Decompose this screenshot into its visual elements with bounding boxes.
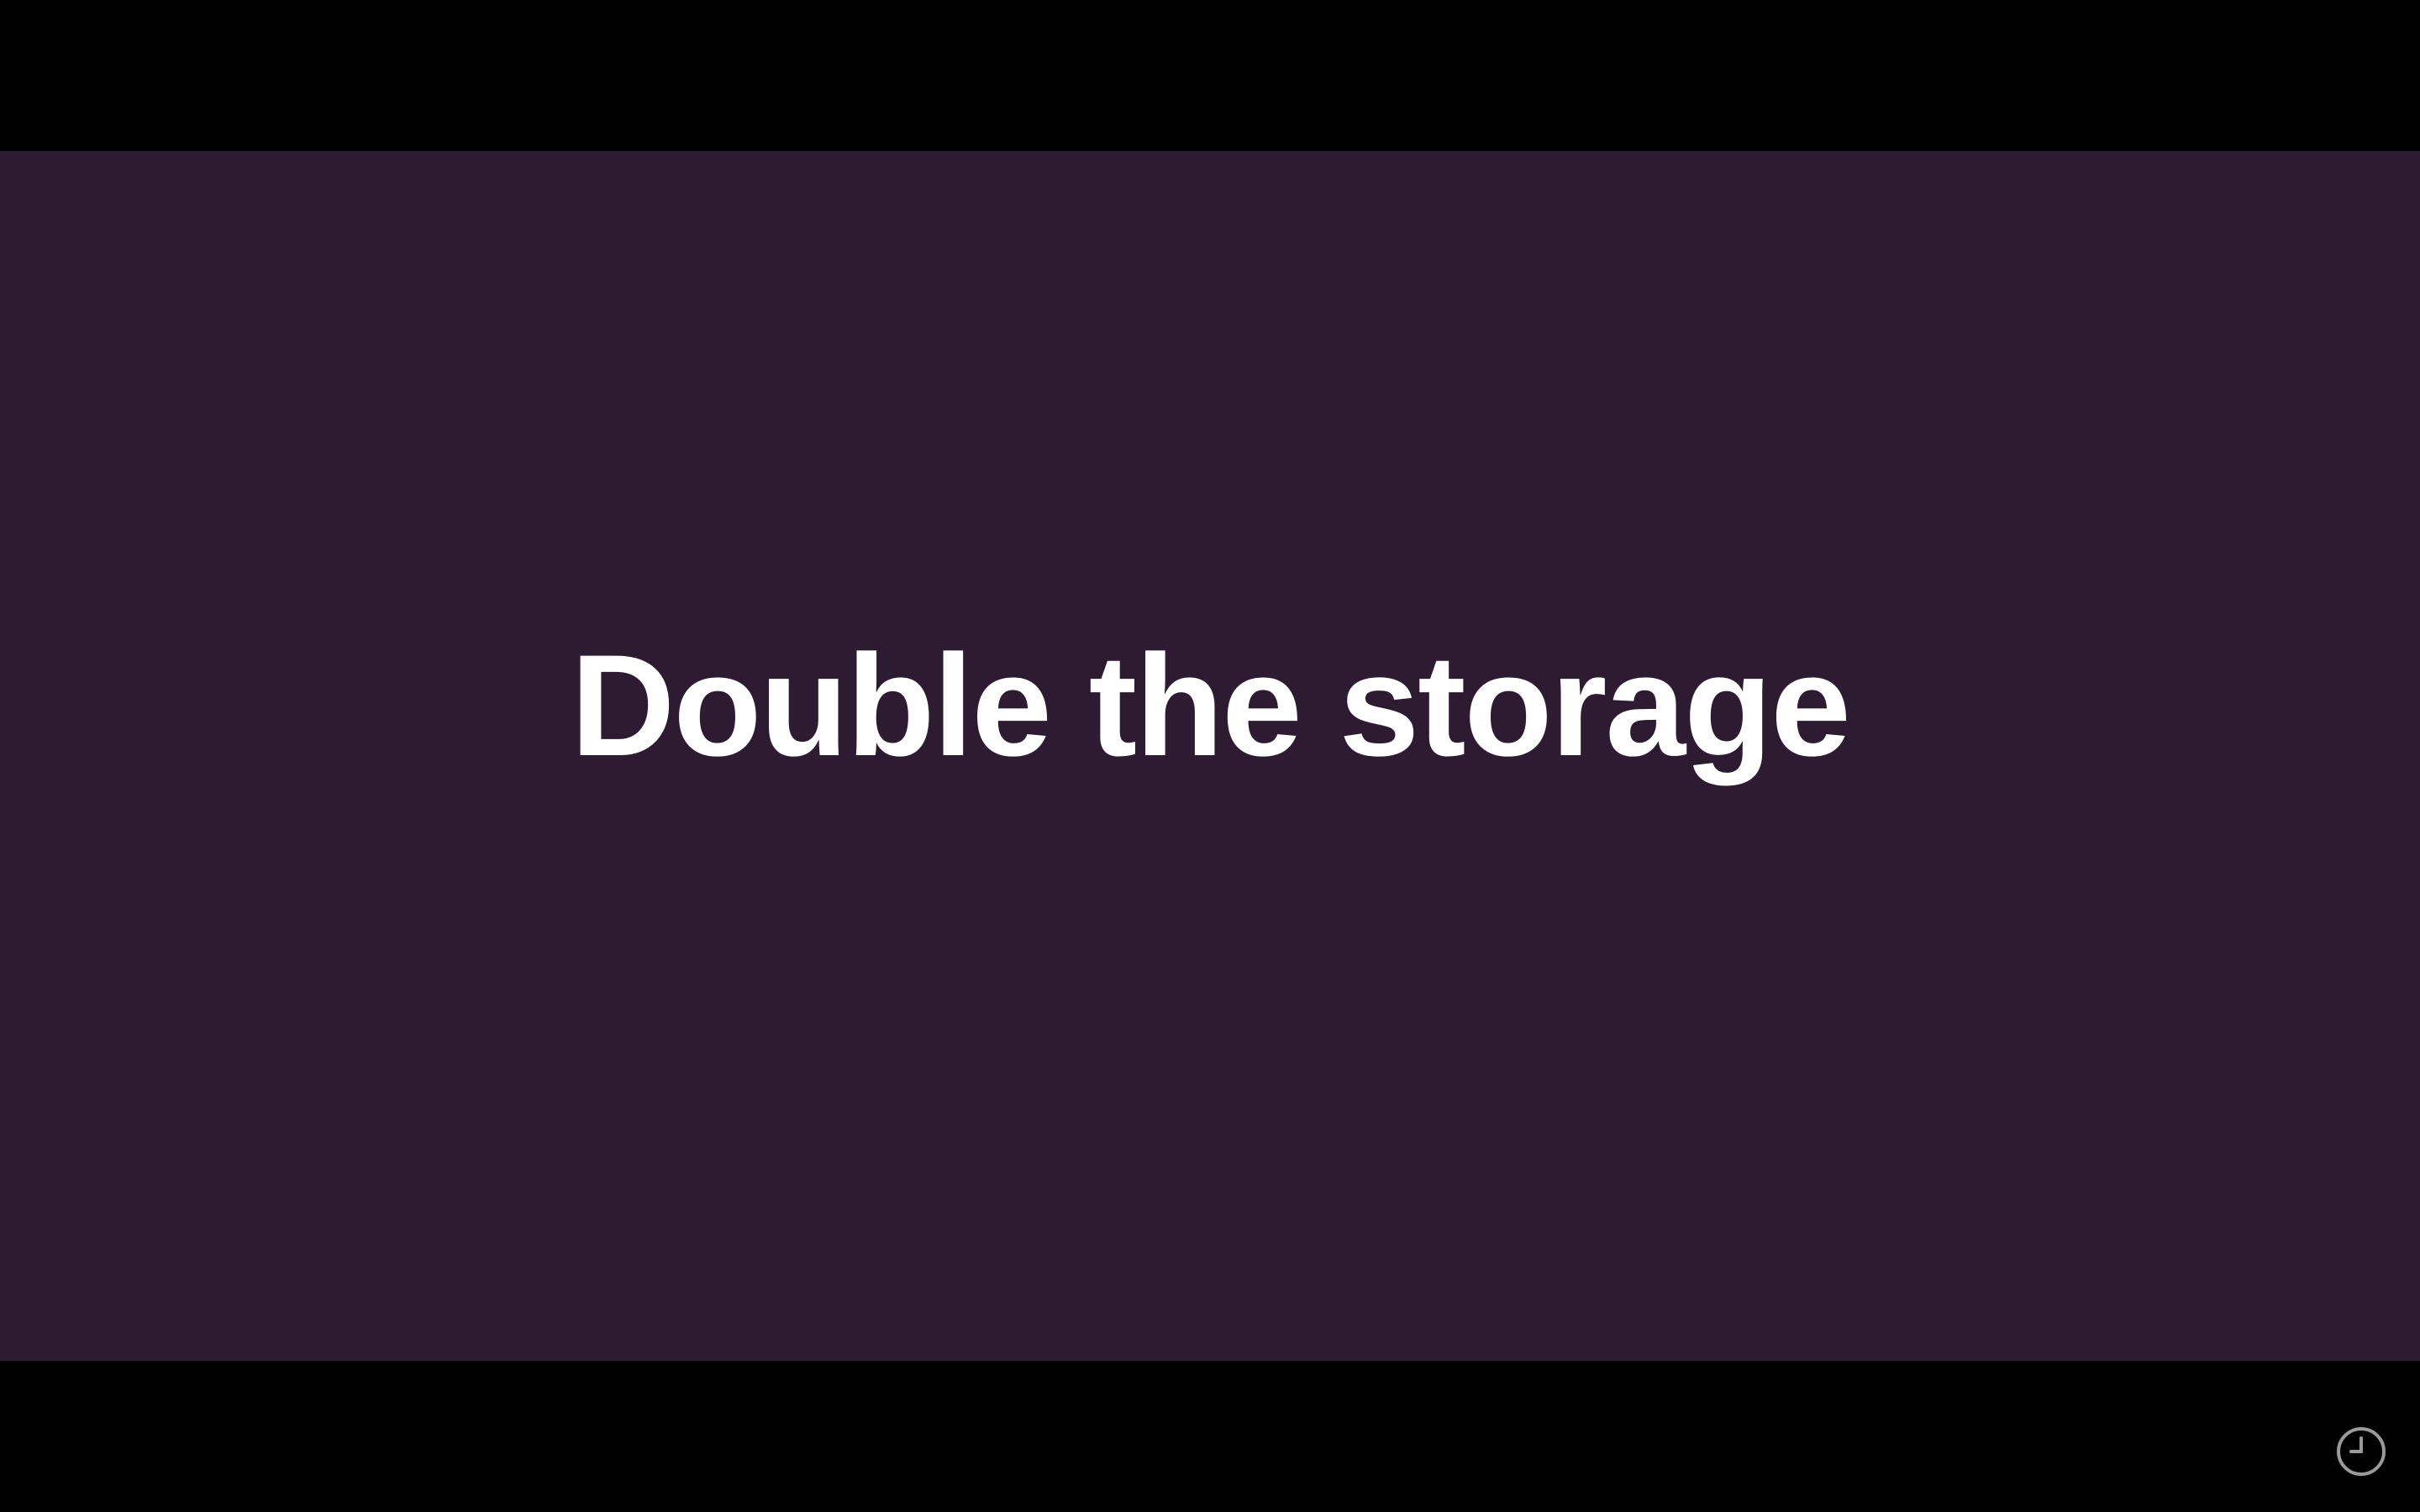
timer-button[interactable]	[2336, 1426, 2386, 1477]
clock-icon	[2337, 1427, 2386, 1476]
letterbox-top	[0, 0, 2420, 151]
slide-title: Double the storage	[571, 625, 1851, 786]
presentation-screen: Double the storage	[0, 0, 2420, 1512]
letterbox-bottom	[0, 1361, 2420, 1512]
slide: Double the storage	[0, 151, 2420, 1361]
